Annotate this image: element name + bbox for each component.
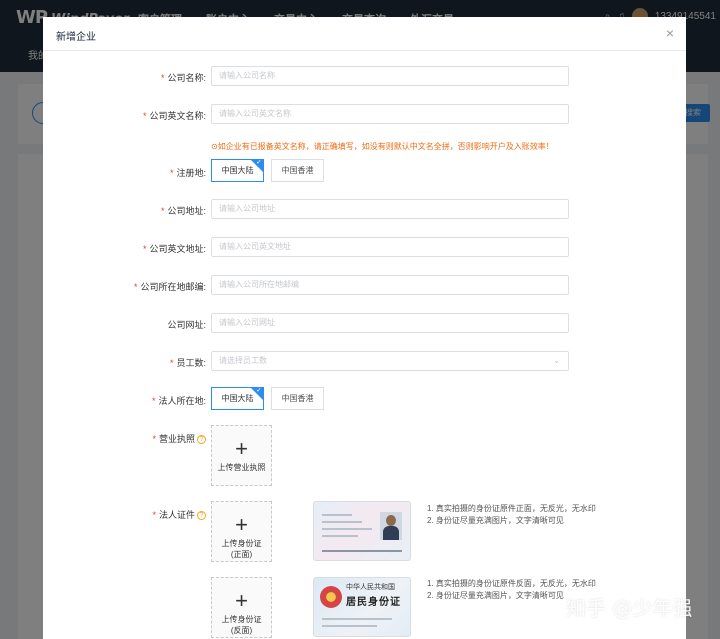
company-postcode-label: * 公司所在地邮编:: [133, 282, 206, 292]
company-name-input[interactable]: 请输入公司名称: [211, 66, 569, 86]
check-icon: ✓: [256, 387, 262, 394]
modal-header: 新增企业 ×: [43, 17, 686, 51]
en-name-hint: ⊙如企业有已报备英文名称，请正确填写，如没有则默认中文名全拼，否则影响开户及入账…: [211, 142, 554, 151]
plus-icon: +: [235, 512, 248, 537]
modal-title: 新增企业: [56, 32, 96, 43]
id-back-upload[interactable]: + 上传身份证 (反面): [211, 577, 272, 638]
business-license-upload[interactable]: + 上传营业执照: [211, 425, 272, 486]
company-postcode-input[interactable]: 请输入公司所在地邮编: [211, 275, 569, 295]
company-en-address-label: * 公司英文地址:: [142, 244, 206, 254]
upload-text: 上传身份证 (反面): [221, 615, 262, 635]
close-icon[interactable]: ×: [666, 26, 674, 40]
plus-icon: +: [235, 588, 248, 613]
company-website-input[interactable]: 请输入公司网址: [211, 313, 569, 333]
chevron-down-icon: ⌄: [553, 356, 560, 365]
id-front-sample-image: [313, 501, 411, 561]
add-company-modal: 新增企业 × * 公司名称: 请输入公司名称 * 公司英文名称: 请输入公司英文名称…: [43, 17, 686, 639]
id-back-sample-image: 中华人民共和国 居民身份证: [313, 577, 411, 637]
upload-text: 上传营业执照: [217, 463, 266, 472]
upload-text: 上传身份证 (正面): [221, 539, 262, 559]
legal-place-label: * 法人所在地:: [151, 396, 206, 406]
id-front-upload[interactable]: + 上传身份证 (正面): [211, 501, 272, 562]
emblem-icon: [320, 586, 342, 608]
register-place-label: * 注册地:: [169, 168, 206, 178]
company-address-input[interactable]: 请输入公司地址: [211, 199, 569, 219]
legal-option-hongkong[interactable]: 中国香港: [271, 387, 324, 410]
company-address-label: * 公司地址:: [160, 206, 206, 216]
company-en-name-input[interactable]: 请输入公司英文名称: [211, 104, 569, 124]
legal-place-options: 中国大陆 ✓ 中国香港: [211, 387, 324, 410]
company-en-name-label: * 公司英文名称:: [142, 111, 206, 121]
legal-option-mainland[interactable]: 中国大陆 ✓: [211, 387, 264, 410]
watermark: 知乎 @少年强: [566, 596, 693, 620]
help-icon[interactable]: ?: [197, 511, 206, 521]
portrait-icon: [380, 512, 402, 540]
register-option-mainland[interactable]: 中国大陆 ✓: [211, 159, 264, 182]
company-name-label: * 公司名称:: [160, 73, 206, 83]
business-license-label: * 营业执照?: [56, 432, 206, 445]
id-front-notes: 1. 真实拍摄的身份证原件正面，无反光，无水印 2. 身份证尽量充满图片，文字清…: [427, 504, 596, 525]
check-icon: ✓: [256, 159, 262, 166]
register-place-options: 中国大陆 ✓ 中国香港: [211, 159, 324, 182]
employees-select[interactable]: 请选择员工数 ⌄: [211, 351, 569, 371]
employees-label: * 员工数:: [169, 358, 206, 368]
legal-id-label: * 法人证件?: [56, 508, 206, 521]
plus-icon: +: [235, 436, 248, 461]
help-icon[interactable]: ?: [197, 435, 206, 445]
company-website-label: 公司网址:: [167, 320, 206, 330]
company-en-address-input[interactable]: 请输入公司英文地址: [211, 237, 569, 257]
register-option-hongkong[interactable]: 中国香港: [271, 159, 324, 182]
